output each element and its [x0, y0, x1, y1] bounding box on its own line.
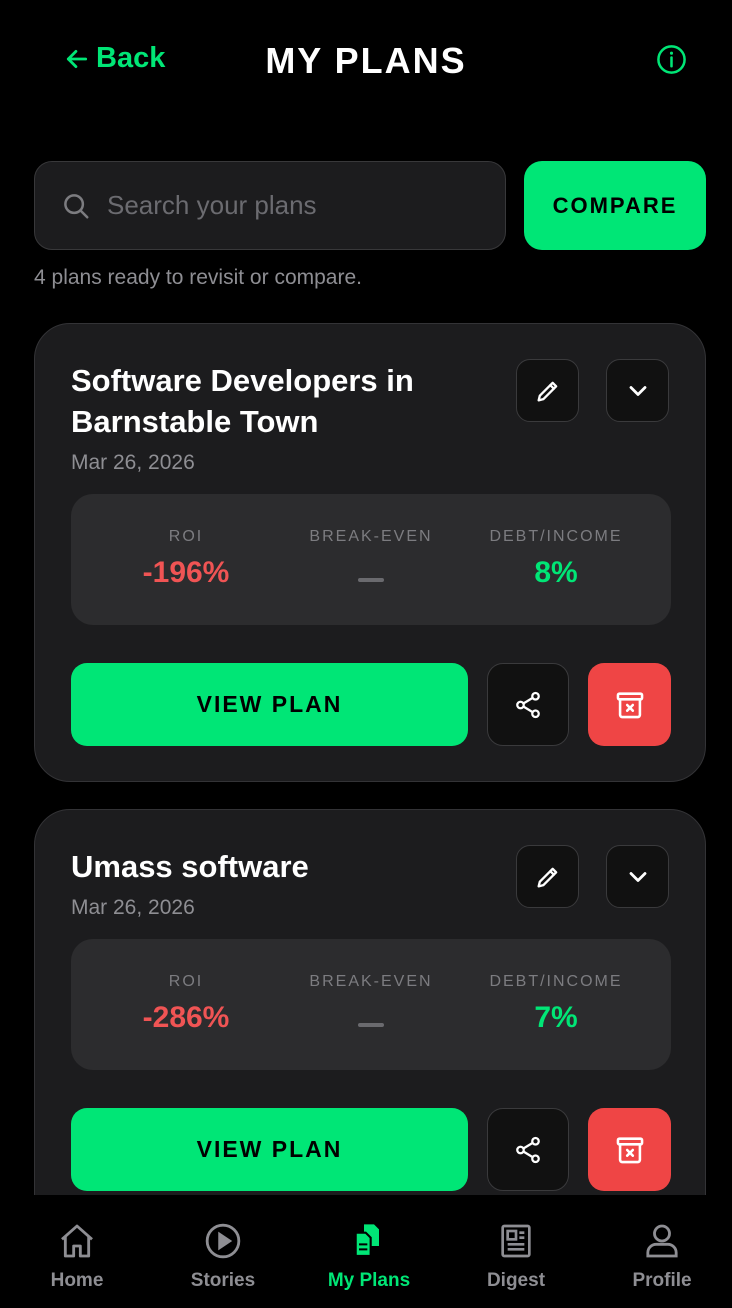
break-even-label: BREAK-EVEN — [309, 528, 433, 545]
delete-button[interactable] — [588, 663, 671, 746]
trash-icon — [616, 691, 643, 718]
roi-value: -286% — [142, 1001, 230, 1034]
plan-card: Umass software Mar 26, 2026 ROI -286% BR… — [34, 809, 706, 1195]
tab-label: My Plans — [327, 1270, 411, 1291]
share-button[interactable] — [487, 1108, 569, 1191]
break-even-value — [271, 556, 471, 590]
plan-card: Software Developers in Barnstable Town M… — [34, 323, 706, 782]
share-button[interactable] — [487, 663, 569, 746]
view-plan-button[interactable]: VIEW PLAN — [71, 1108, 468, 1191]
break-even-value — [271, 1001, 471, 1035]
plans-summary: 4 plans ready to revisit or compare. — [34, 266, 362, 289]
debt-income-stat: DEBT/INCOME 8% — [456, 494, 656, 625]
pencil-icon — [537, 867, 557, 887]
break-even-label: BREAK-EVEN — [309, 973, 433, 990]
plan-stats: ROI -286% BREAK-EVEN DEBT/INCOME 7% — [71, 939, 671, 1070]
debt-income-stat: DEBT/INCOME 7% — [456, 939, 656, 1070]
info-icon[interactable] — [656, 44, 687, 75]
tab-label: Profile — [632, 1270, 692, 1291]
header: Back MY PLANS — [0, 0, 732, 122]
empty-value-dash — [358, 1023, 384, 1027]
home-icon — [61, 1224, 93, 1258]
edit-button[interactable] — [516, 359, 579, 422]
plans-list[interactable]: Software Developers in Barnstable Town M… — [0, 300, 732, 1195]
trash-icon — [616, 1136, 643, 1163]
pencil-icon — [537, 381, 557, 401]
search-box — [34, 161, 506, 250]
plan-stats: ROI -196% BREAK-EVEN DEBT/INCOME 8% — [71, 494, 671, 625]
delete-button[interactable] — [588, 1108, 671, 1191]
documents-icon — [354, 1224, 379, 1258]
share-icon — [516, 691, 540, 718]
tab-digest[interactable]: Digest — [443, 1195, 589, 1308]
roi-label: ROI — [168, 528, 204, 545]
search-input[interactable] — [91, 162, 505, 249]
roi-stat: ROI -286% — [86, 939, 286, 1070]
expand-button[interactable] — [606, 845, 669, 908]
tab-stories[interactable]: Stories — [150, 1195, 296, 1308]
share-icon — [516, 1136, 540, 1163]
debt-income-label: DEBT/INCOME — [489, 973, 623, 990]
chevron-down-icon — [629, 871, 646, 882]
break-even-stat: BREAK-EVEN — [271, 939, 471, 1070]
debt-income-value: 7% — [534, 1001, 578, 1034]
plan-date: Mar 26, 2026 — [71, 896, 195, 919]
search-icon — [64, 193, 89, 218]
page-title: MY PLANS — [265, 40, 467, 81]
plan-title: Software Developers in Barnstable Town — [71, 363, 414, 439]
debt-income-label: DEBT/INCOME — [489, 528, 623, 545]
roi-value: -196% — [142, 556, 230, 589]
play-circle-icon — [205, 1223, 241, 1259]
tab-label: Home — [50, 1270, 104, 1291]
roi-label: ROI — [168, 973, 204, 990]
newspaper-icon — [501, 1224, 531, 1258]
plan-title: Umass software — [71, 849, 309, 884]
bottom-tab-bar: Home Stories My Plans Digest Profile — [0, 1195, 732, 1308]
empty-value-dash — [358, 578, 384, 582]
tab-label: Digest — [486, 1270, 546, 1291]
tab-my-plans[interactable]: My Plans — [296, 1195, 442, 1308]
debt-income-value: 8% — [534, 556, 578, 589]
plan-date: Mar 26, 2026 — [71, 451, 195, 474]
chevron-down-icon — [629, 385, 646, 396]
break-even-stat: BREAK-EVEN — [271, 494, 471, 625]
view-plan-button[interactable]: VIEW PLAN — [71, 663, 468, 746]
person-icon — [646, 1224, 678, 1258]
tab-label: Stories — [190, 1270, 256, 1291]
tab-profile[interactable]: Profile — [589, 1195, 732, 1308]
expand-button[interactable] — [606, 359, 669, 422]
compare-button[interactable]: COMPARE — [524, 161, 706, 250]
roi-stat: ROI -196% — [86, 494, 286, 625]
edit-button[interactable] — [516, 845, 579, 908]
tab-home[interactable]: Home — [4, 1195, 150, 1308]
